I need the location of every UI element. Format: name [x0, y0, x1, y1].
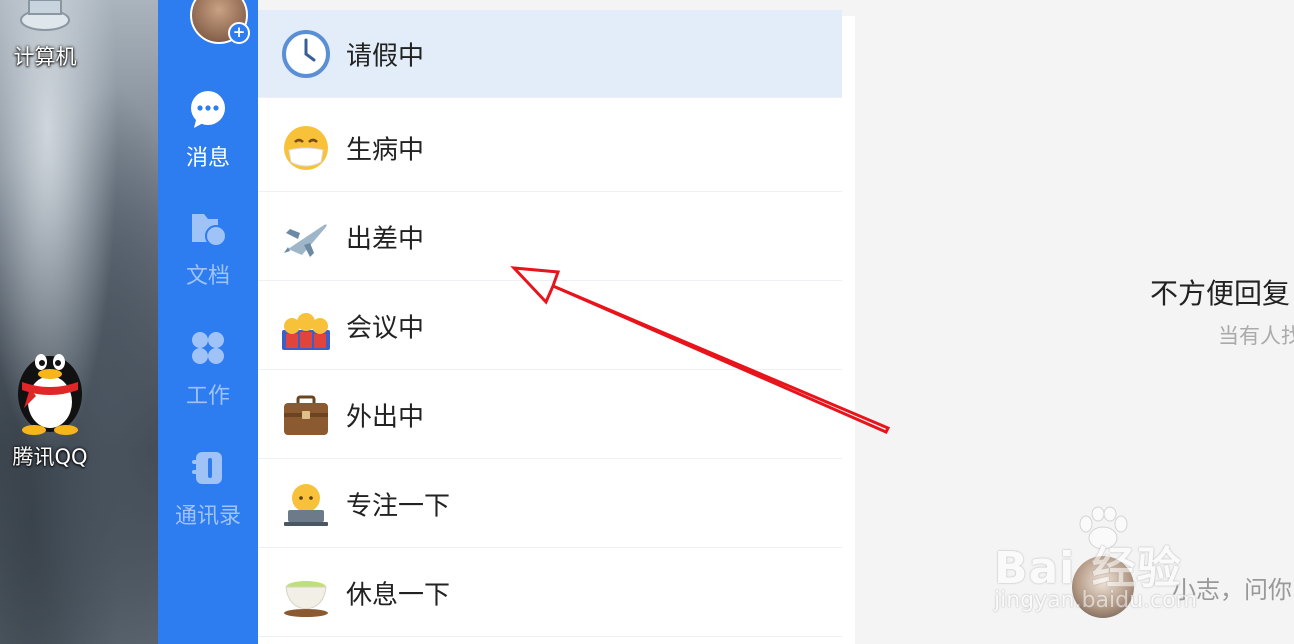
qq-penguin-icon — [18, 354, 82, 435]
airplane-icon — [284, 223, 327, 257]
tea-cup-icon — [284, 580, 328, 617]
desktop-wallpaper: 计算机 腾讯QQ — [0, 0, 158, 644]
baidu-watermark: Bai 经验 jingyan.baidu.com — [994, 506, 1234, 626]
chat-bubble-icon — [191, 91, 225, 128]
sidebar-item-label: 通讯录 — [174, 504, 241, 529]
folder-icon — [192, 214, 227, 247]
sidebar-item-contacts[interactable]: 通讯录 — [158, 448, 258, 530]
apps-grid-icon — [192, 332, 224, 364]
status-item-label: 出差中 — [346, 224, 425, 254]
status-item-leave[interactable]: 请假中 — [258, 10, 842, 98]
sidebar-item-label: 消息 — [185, 146, 230, 171]
status-item-label: 休息一下 — [346, 580, 451, 610]
sidebar-item-label: 工作 — [185, 384, 230, 409]
sidebar: + 消息 文档 工作 通讯录 — [158, 0, 258, 644]
status-item-focus[interactable]: 专注一下 — [258, 460, 842, 548]
status-title: 不方便回复 — [1150, 277, 1291, 310]
watermark-brand: Bai 经验 — [994, 543, 1182, 594]
status-item-out[interactable]: 外出中 — [258, 371, 842, 459]
desktop-icon-qq-label: 腾讯QQ — [12, 445, 88, 469]
desktop-icon-qq[interactable]: 腾讯QQ — [0, 336, 100, 471]
laptop-person-icon — [284, 483, 328, 526]
add-status-icon[interactable]: + — [228, 22, 250, 44]
desktop-icon-computer[interactable]: 计算机 — [0, 0, 90, 71]
watermark-url: jingyan.baidu.com — [994, 588, 1198, 613]
computer-icon — [20, 0, 70, 31]
sidebar-item-label: 文档 — [185, 264, 230, 289]
status-item-label: 外出中 — [346, 402, 425, 432]
status-item-label: 请假中 — [346, 41, 425, 71]
status-subtitle: 当有人找 — [1218, 324, 1294, 348]
contacts-book-icon — [192, 452, 222, 484]
sidebar-item-work[interactable]: 工作 — [158, 328, 258, 410]
sidebar-item-docs[interactable]: 文档 — [158, 208, 258, 290]
status-item-label: 会议中 — [346, 313, 425, 343]
status-item-business-trip[interactable]: 出差中 — [258, 193, 842, 281]
sidebar-item-messages[interactable]: 消息 — [158, 90, 258, 172]
status-menu: 请假中 生病中 出差中 会议中 外出中 专注一下 休息一下 — [258, 10, 855, 644]
status-item-sick[interactable]: 生病中 — [258, 104, 842, 192]
status-item-label: 专注一下 — [346, 491, 451, 521]
desktop-icon-computer-label: 计算机 — [13, 45, 77, 69]
briefcase-icon — [284, 395, 328, 435]
status-item-meeting[interactable]: 会议中 — [258, 282, 842, 370]
mask-face-icon — [284, 125, 328, 170]
status-item-rest[interactable]: 休息一下 — [258, 549, 842, 637]
meeting-people-icon — [282, 312, 330, 350]
status-item-label: 生病中 — [346, 135, 425, 165]
clock-icon — [282, 29, 330, 78]
